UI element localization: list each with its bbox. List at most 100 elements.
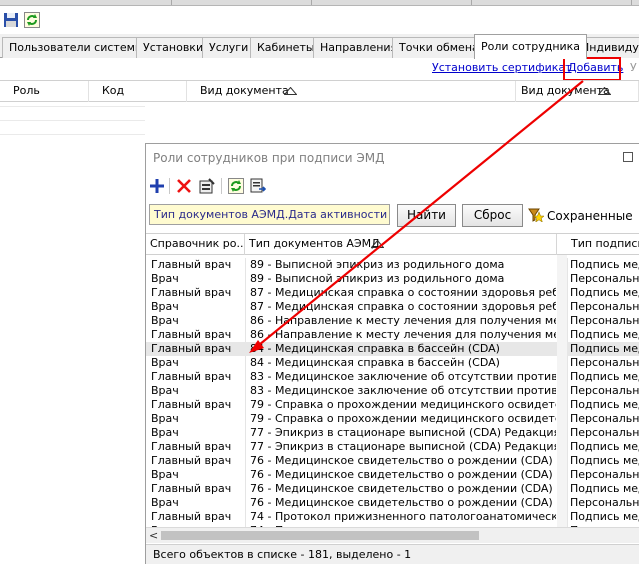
sort-asc-icon <box>371 240 384 248</box>
dialog-toolbar <box>146 173 639 199</box>
add-icon[interactable] <box>149 178 165 194</box>
sign-type-cell: Персональная <box>570 272 639 285</box>
sign-type-cell: Персональная <box>570 314 639 327</box>
main-grid-header: Роль Код Вид документа Вид документа <box>0 80 639 102</box>
role-cell: Врач <box>151 314 179 327</box>
role-cell: Главный врач <box>151 482 232 495</box>
sign-type-cell: Подпись меди <box>570 370 639 383</box>
col-code[interactable]: Код <box>89 81 187 102</box>
delete-link[interactable]: У <box>630 61 637 74</box>
doc-type-cell: 76 - Медицинское свидетельство о рождени… <box>250 496 553 509</box>
scroll-thumb[interactable] <box>161 531 479 540</box>
install-certificate-link[interactable]: Установить сертификат <box>432 61 572 74</box>
sign-type-cell: Персональная <box>570 496 639 509</box>
doc-type-cell: 77 - Эпикриз в стационаре выписной (CDA)… <box>250 440 556 453</box>
role-cell: Главный врач <box>151 454 232 467</box>
tab-settings[interactable]: Установки <box>136 37 211 58</box>
main-toolbar <box>0 6 639 34</box>
col-aemd-doc-type-label: Тип документов АЭМД <box>249 237 380 250</box>
role-cell: Врач <box>151 412 179 425</box>
sign-type-cell: Подпись меди <box>570 510 639 523</box>
sign-type-cell: Персональная <box>570 468 639 481</box>
sign-type-cell: Персональная <box>570 412 639 425</box>
sign-type-cell: Персональная <box>570 356 639 369</box>
delete-icon[interactable] <box>176 178 192 194</box>
tab-bar: Пользователи системы Установки Услуги Ка… <box>0 34 639 59</box>
role-cell: Врач <box>151 496 179 509</box>
roles-dialog: Роли сотрудников при подписи ЭМД Тип док… <box>145 143 639 564</box>
sort-asc-icon <box>598 87 611 95</box>
sign-type-cell: Подпись меди <box>570 258 639 271</box>
refresh-icon[interactable] <box>24 12 40 28</box>
tab-employee-roles[interactable]: Роли сотрудника <box>474 34 588 59</box>
tab-directions[interactable]: Направления <box>313 37 405 58</box>
doc-type-cell: 74 - Протокол прижизненного патологоанат… <box>250 510 556 523</box>
refresh-icon[interactable] <box>228 178 244 194</box>
col-document-type-label: Вид документа <box>200 84 289 97</box>
sign-type-cell: Подпись меди <box>570 328 639 341</box>
role-cell: Врач <box>151 468 179 481</box>
top-tab-segment[interactable] <box>312 0 472 5</box>
role-cell: Главный врач <box>151 286 232 299</box>
doc-type-cell: 83 - Медицинское заключение об отсутстви… <box>250 384 556 397</box>
export-icon[interactable] <box>250 178 267 194</box>
maximize-icon[interactable] <box>623 152 633 162</box>
doc-type-cell: 87 - Медицинская справка о состоянии здо… <box>250 300 556 313</box>
vertical-scrollbar[interactable] <box>557 255 567 527</box>
doc-type-cell: 86 - Направление к месту лечения для пол… <box>250 328 556 341</box>
role-cell: Врач <box>151 300 179 313</box>
col-aemd-doc-type[interactable]: Тип документов АЭМД <box>245 234 557 255</box>
dialog-title-text: Роли сотрудников при подписи ЭМД <box>153 151 385 165</box>
role-cell: Врач <box>151 426 179 439</box>
col-document-type-2[interactable]: Вид документа <box>508 81 639 102</box>
sign-type-cell: Подпись меди <box>570 342 639 355</box>
col-document-type[interactable]: Вид документа <box>187 81 516 102</box>
tab-exchange-points[interactable]: Точки обмена <box>392 37 486 58</box>
sign-type-cell: Персональная <box>570 384 639 397</box>
doc-type-cell: 79 - Справка о прохождении медицинского … <box>250 398 556 411</box>
sign-type-cell: Подпись меди <box>570 454 639 467</box>
top-tab-segment[interactable] <box>472 0 632 5</box>
saved-filters-icon <box>528 208 545 223</box>
main-grid-body <box>0 102 145 142</box>
tab-users[interactable]: Пользователи системы <box>2 37 151 58</box>
doc-type-cell: 89 - Выписной эпикриз из родильного дома <box>250 258 505 271</box>
tab-cabinets[interactable]: Кабинеты <box>250 37 322 58</box>
col-sign-type[interactable]: Тип подписи <box>567 234 639 255</box>
role-cell: Главный врач <box>151 258 232 271</box>
doc-type-cell: 84 - Медицинская справка в бассейн (CDA) <box>250 342 500 355</box>
tab-services[interactable]: Услуги <box>202 37 256 58</box>
sort-asc-icon <box>284 87 297 95</box>
role-cell: Главный врач <box>151 398 232 411</box>
role-cell: Врач <box>151 356 179 369</box>
find-button[interactable]: Найти <box>397 204 456 227</box>
highlight-box <box>563 57 621 81</box>
reset-button[interactable]: Сброс <box>462 204 523 227</box>
role-cell: Врач <box>151 384 179 397</box>
role-cell: Главный врач <box>151 328 232 341</box>
role-cell: Главный врач <box>151 510 232 523</box>
horizontal-scrollbar[interactable]: < <box>146 527 639 543</box>
doc-type-cell: 76 - Медицинское свидетельство о рождени… <box>250 482 553 495</box>
saved-filters-dropdown[interactable]: Сохраненные ▼ <box>528 208 639 223</box>
doc-type-cell: 83 - Медицинское заключение об отсутстви… <box>250 370 556 383</box>
doc-type-cell: 79 - Справка о прохождении медицинского … <box>250 412 556 425</box>
top-tab-segment[interactable] <box>172 0 312 5</box>
sign-type-cell: Подпись меди <box>570 482 639 495</box>
sign-type-cell: Персональная <box>570 426 639 439</box>
col-document-type-2-label: Вид документа <box>521 84 610 97</box>
doc-type-cell: 76 - Медицинское свидетельство о рождени… <box>250 468 553 481</box>
doc-type-cell: 89 - Выписной эпикриз из родильного дома <box>250 272 505 285</box>
doc-type-cell: 84 - Медицинская справка в бассейн (CDA) <box>250 356 500 369</box>
sign-type-cell: Подпись меди <box>570 398 639 411</box>
properties-icon[interactable] <box>199 178 215 194</box>
save-icon[interactable] <box>3 12 19 28</box>
top-tab-segment[interactable] <box>0 0 172 5</box>
filter-field[interactable]: Тип документов АЭМД.Дата активности >... <box>149 204 390 225</box>
col-role[interactable]: Роль <box>0 81 89 102</box>
scroll-left-icon[interactable]: < <box>149 529 158 542</box>
col-role-directory[interactable]: Справочник ро... <box>146 234 245 255</box>
status-text: Всего объектов в списке - 181, выделено … <box>153 548 412 561</box>
filter-row: Тип документов АЭМД.Дата активности >...… <box>146 200 639 230</box>
sign-type-cell: Подпись меди <box>570 440 639 453</box>
